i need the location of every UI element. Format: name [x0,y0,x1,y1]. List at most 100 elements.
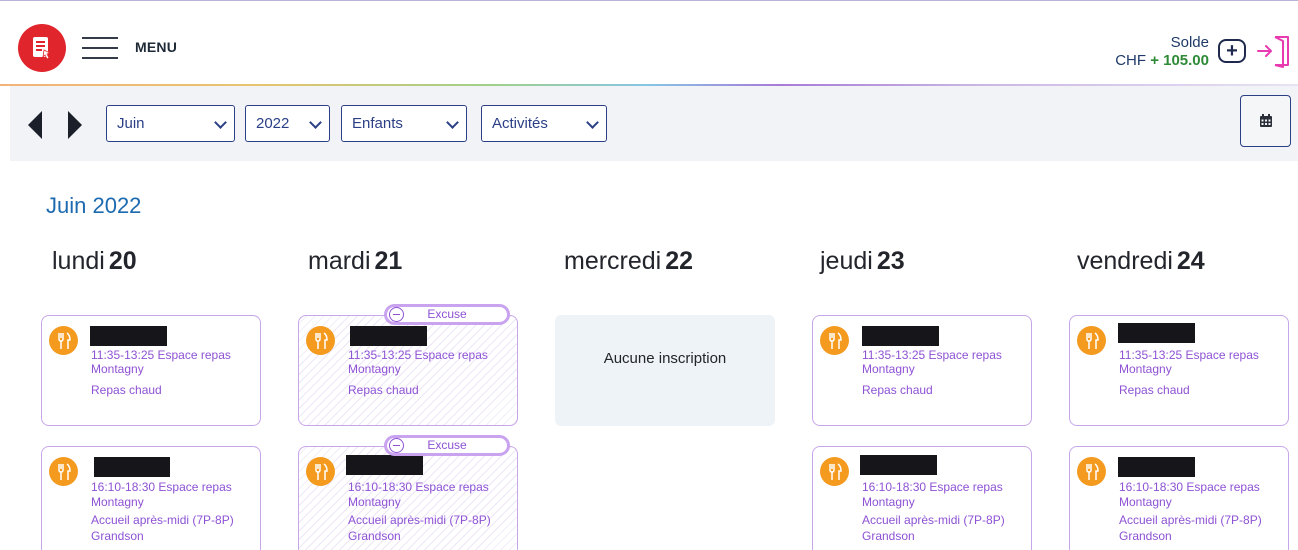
activity-type: Repas chaud [1119,383,1190,397]
day-number: 23 [876,247,905,275]
excuse-label: Excuse [427,438,467,452]
arrow-left-icon[interactable] [28,111,42,139]
activity-time-place: 16:10-18:30 Espace repas [1119,480,1260,494]
plus-icon: + [1226,40,1238,62]
activity-card-lunch-monday[interactable]: 11:35-13:25 Espace repas Montagny Repas … [41,315,261,426]
chevron-down-icon [309,116,322,129]
children-select[interactable]: Enfants [341,105,467,142]
day-name: lundi [52,247,105,275]
balance-display: Solde CHF + 105.00 [1115,34,1209,70]
redacted-child-name [346,455,423,475]
excuse-label: Excuse [427,307,467,321]
menu-label[interactable]: MENU [135,39,177,55]
cutlery-icon [306,457,335,486]
cutlery-icon [820,457,849,486]
activity-type: Repas chaud [348,383,419,397]
chevron-down-icon [214,116,227,129]
balance-currency: CHF [1115,52,1147,69]
day-name: jeudi [820,247,873,275]
activity-location: Montagny [91,362,144,376]
activity-time-place: 11:35-13:25 Espace repas [1119,348,1259,362]
activity-type: Repas chaud [862,383,933,397]
day-number: 21 [374,247,403,275]
excuse-badge[interactable]: Excuse [384,304,510,325]
balance-value: CHF + 105.00 [1115,52,1209,70]
activity-type: Accueil après-midi (7P-8P) [348,513,491,527]
day-number: 22 [665,247,694,275]
activity-time-place: 16:10-18:30 Espace repas [91,480,232,494]
calendar-button[interactable] [1240,95,1291,147]
cutlery-icon [306,326,335,355]
redacted-child-name [90,326,167,346]
redacted-child-name [1118,323,1195,343]
day-name: vendredi [1077,247,1173,275]
activity-location: Montagny [1119,362,1172,376]
cutlery-icon [1077,457,1106,486]
activity-time-place: 11:35-13:25 Espace repas [348,348,488,362]
activity-type: Repas chaud [91,383,162,397]
month-select[interactable]: Juin [106,105,235,142]
app-logo-icon[interactable] [18,24,66,72]
activity-time-place: 16:10-18:30 Espace repas [348,480,489,494]
balance-label: Solde [1170,34,1209,51]
activity-card-afternoon-monday[interactable]: 16:10-18:30 Espace repas Montagny Accuei… [41,446,261,550]
day-number: 20 [108,247,137,275]
activity-card-lunch-thursday[interactable]: 11:35-13:25 Espace repas Montagny Repas … [812,315,1032,426]
arrow-right-icon[interactable] [68,111,82,139]
activity-card-afternoon-thursday[interactable]: 16:10-18:30 Espace repas Montagny Accuei… [812,446,1032,550]
activity-location: Montagny [91,495,144,509]
excuse-badge[interactable]: Excuse [384,435,510,456]
year-select-value: 2022 [256,115,290,132]
redacted-child-name [862,326,939,346]
day-header-tuesday: mardi 21 [308,247,402,276]
logout-icon[interactable] [1256,34,1292,68]
hamburger-icon[interactable] [82,35,118,61]
no-registration-label: Aucune inscription [603,350,727,367]
activity-location: Montagny [348,495,401,509]
activity-type: Accueil après-midi (7P-8P) [862,513,1005,527]
add-credit-button[interactable]: + [1218,39,1246,63]
top-header [0,0,1298,86]
day-header-monday: lundi 20 [52,247,137,276]
day-number: 24 [1176,247,1205,275]
day-name: mercredi [564,247,662,275]
day-header-friday: vendredi 24 [1077,247,1205,276]
activity-location: Montagny [862,495,915,509]
balance-amount: + 105.00 [1150,52,1209,69]
chevron-down-icon [446,116,459,129]
activity-site: Grandson [91,529,144,543]
minus-circle-icon [389,438,404,453]
no-registration-box: Aucune inscription [555,315,775,426]
cutlery-icon [49,326,78,355]
activity-location: Montagny [862,362,915,376]
activity-time-place: 16:10-18:30 Espace repas [862,480,1003,494]
redacted-child-name [1118,457,1195,477]
activity-location: Montagny [348,362,401,376]
activity-time-place: 11:35-13:25 Espace repas [862,348,1002,362]
activity-card-afternoon-friday[interactable]: 16:10-18:30 Espace repas Montagny Accuei… [1069,446,1289,550]
activity-site: Grandson [348,529,401,543]
activities-select[interactable]: Activités [481,105,607,142]
activity-card-lunch-tuesday[interactable]: 11:35-13:25 Espace repas Montagny Repas … [298,315,518,426]
redacted-child-name [94,457,170,477]
redacted-child-name [860,455,937,475]
children-select-value: Enfants [352,115,403,132]
activity-time-place: 11:35-13:25 Espace repas [91,348,231,362]
activity-type: Accueil après-midi (7P-8P) [91,513,234,527]
activity-site: Grandson [862,529,915,543]
month-select-value: Juin [117,115,145,132]
calendar-icon [1259,114,1272,127]
activity-type: Accueil après-midi (7P-8P) [1119,513,1262,527]
redacted-child-name [350,326,427,346]
activity-site: Grandson [1119,529,1172,543]
month-title: Juin 2022 [46,193,142,218]
year-select[interactable]: 2022 [245,105,330,142]
day-header-wednesday: mercredi 22 [564,247,693,276]
chevron-down-icon [586,116,599,129]
activity-card-afternoon-tuesday[interactable]: 16:10-18:30 Espace repas Montagny Accuei… [298,446,518,550]
day-name: mardi [308,247,371,275]
activity-card-lunch-friday[interactable]: 11:35-13:25 Espace repas Montagny Repas … [1069,315,1289,426]
day-header-thursday: jeudi 23 [820,247,905,276]
cutlery-icon [820,326,849,355]
cutlery-icon [49,457,78,486]
